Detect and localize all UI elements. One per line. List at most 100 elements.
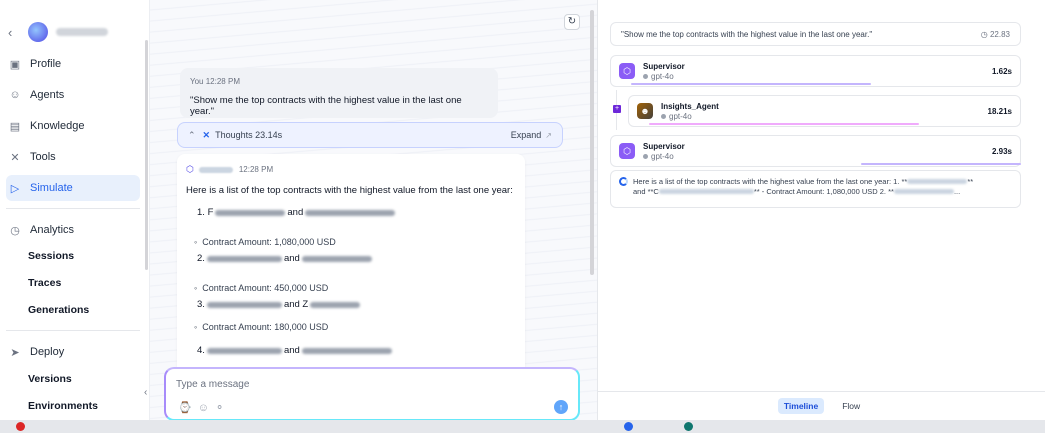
step-title: Insights_Agent: [661, 101, 719, 111]
thoughts-bar[interactable]: ⌃ ✕ Thoughts 23.14s Expand ↗: [177, 122, 563, 148]
message-time: 12:28 PM: [238, 165, 274, 174]
redacted-text: [206, 301, 282, 308]
result-text: Here is a list of the top contracts with…: [633, 177, 908, 186]
sidebar-item-sessions[interactable]: Sessions: [28, 250, 74, 262]
sidebar-item-environments[interactable]: Environments: [28, 400, 98, 412]
sidebar-item-label: Tools: [30, 151, 56, 163]
microphone-icon[interactable]: ⚬: [215, 402, 230, 414]
sidebar-item-agents[interactable]: ☺ Agents: [6, 82, 140, 108]
sidebar-section-deploy[interactable]: ➤ Deploy: [6, 339, 140, 365]
step-title: Supervisor: [643, 61, 685, 71]
attachment-icon[interactable]: ⌚: [178, 402, 198, 414]
send-button[interactable]: ↑: [554, 400, 568, 414]
redacted-text: [893, 189, 954, 194]
taskbar-app-icon[interactable]: [684, 422, 693, 431]
profile-icon: ▣: [9, 58, 21, 71]
loading-ring-icon: [619, 177, 628, 186]
taskbar: [0, 420, 1045, 433]
redacted-text: [206, 347, 282, 354]
trace-result: Here is a list of the top contracts with…: [610, 170, 1021, 208]
step-duration: 1.62s: [991, 66, 1012, 76]
sidebar-section-analytics[interactable]: ◷ Analytics: [6, 217, 140, 243]
redacted-text: [310, 301, 361, 308]
thoughts-icon: ✕: [202, 129, 211, 140]
thoughts-label: Thoughts 23.14s: [215, 130, 283, 140]
sidebar-item-knowledge[interactable]: ▤ Knowledge: [6, 113, 140, 139]
taskbar-app-icon[interactable]: [624, 422, 633, 431]
back-chevron-icon[interactable]: ‹: [8, 25, 28, 40]
chat-panel: ↻ You 12:28 PM "Show me the top contract…: [150, 0, 597, 420]
sidebar-item-versions[interactable]: Versions: [28, 373, 72, 385]
trace-query-text: "Show me the top contracts with the high…: [621, 29, 873, 39]
emoji-icon[interactable]: ☺: [198, 402, 215, 414]
chevron-up-icon[interactable]: ⌃: [188, 130, 196, 141]
step-timeline-bar: [649, 123, 919, 125]
trace-total-time: 22.83: [989, 29, 1010, 39]
supervisor-icon: ⬡: [619, 63, 635, 79]
model-dot-icon: [643, 153, 648, 159]
sidebar-divider: [6, 330, 140, 331]
step-duration: 18.21s: [987, 106, 1012, 116]
redacted-text: [206, 255, 282, 262]
expand-node-icon[interactable]: +: [613, 105, 621, 113]
redacted-text: [301, 255, 372, 262]
sidebar-item-profile[interactable]: ▣ Profile: [6, 51, 140, 77]
tools-icon: ✕: [10, 151, 20, 164]
chat-scrollbar[interactable]: [590, 10, 594, 275]
message-composer: ⌚☺⚬ ↑: [164, 367, 580, 420]
knowledge-icon: ▤: [9, 120, 21, 133]
trace-step[interactable]: ⬡ Supervisor gpt-4o 2.93s: [610, 135, 1021, 167]
user-message: You 12:28 PM "Show me the top contracts …: [180, 68, 498, 118]
step-model: gpt-4o: [651, 151, 674, 161]
trace-panel: "Show me the top contracts with the high…: [597, 0, 1045, 420]
deploy-icon: ➤: [10, 346, 20, 359]
redacted-text: [301, 347, 392, 354]
tab-timeline[interactable]: Timeline: [777, 398, 825, 414]
sidebar-item-simulate[interactable]: ▷ Simulate: [6, 175, 140, 201]
simulate-icon: ▷: [10, 182, 20, 195]
step-title: Supervisor: [643, 141, 685, 151]
list-subitem: ◦ Contract Amount: 180,000 USD: [194, 322, 329, 332]
taskbar-app-icon[interactable]: [16, 422, 25, 431]
sidebar-item-tools[interactable]: ✕ Tools: [6, 144, 140, 170]
step-timeline-bar: [861, 163, 1021, 165]
tab-flow[interactable]: Flow: [836, 398, 866, 414]
message-input[interactable]: [176, 377, 546, 391]
expand-icon[interactable]: ↗: [545, 131, 552, 140]
model-dot-icon: [661, 113, 666, 119]
sidebar-item-label: Profile: [30, 58, 62, 70]
agent-avatar: ☻: [637, 103, 653, 119]
step-duration: 2.93s: [991, 146, 1012, 156]
app-logo: [28, 22, 48, 42]
list-item: 1. F and: [197, 207, 397, 218]
trace-step[interactable]: ⬡ Supervisor gpt-4o 1.62s: [610, 55, 1021, 87]
brand-name-redacted: [56, 28, 108, 36]
step-model: gpt-4o: [651, 71, 674, 81]
sidebar-section-label: Analytics: [30, 224, 75, 236]
sidebar-header: ‹: [8, 18, 138, 46]
collapse-sidebar-icon[interactable]: ‹: [144, 387, 147, 398]
sidebar-item-traces[interactable]: Traces: [28, 277, 61, 289]
sidebar-item-label: Simulate: [30, 182, 73, 194]
trace-query[interactable]: "Show me the top contracts with the high…: [610, 22, 1021, 46]
cube-icon: ⬡: [186, 164, 194, 174]
sidebar-item-label: Agents: [30, 89, 65, 101]
message-time: 12:28 PM: [205, 77, 240, 86]
sidebar-item-label: Knowledge: [30, 120, 85, 132]
list-item: 2. and: [197, 253, 374, 264]
model-dot-icon: [643, 73, 648, 79]
refresh-icon[interactable]: ↻: [564, 14, 580, 30]
sidebar-item-generations[interactable]: Generations: [28, 304, 89, 316]
redacted-text: [907, 179, 968, 184]
agents-icon: ☺: [9, 89, 21, 101]
step-timeline-bar: [631, 83, 871, 85]
expand-button[interactable]: Expand: [511, 130, 542, 140]
sidebar-scrollbar[interactable]: [145, 40, 148, 270]
sidebar-section-label: Deploy: [30, 346, 65, 358]
user-message-text: "Show me the top contracts with the high…: [190, 95, 462, 117]
clock-icon: ◷: [980, 29, 988, 39]
trace-step[interactable]: ☻ Insights_Agent gpt-4o 18.21s: [628, 95, 1021, 127]
user-name: You: [190, 77, 204, 86]
supervisor-icon: ⬡: [619, 143, 635, 159]
list-item: 4. and: [197, 345, 394, 356]
